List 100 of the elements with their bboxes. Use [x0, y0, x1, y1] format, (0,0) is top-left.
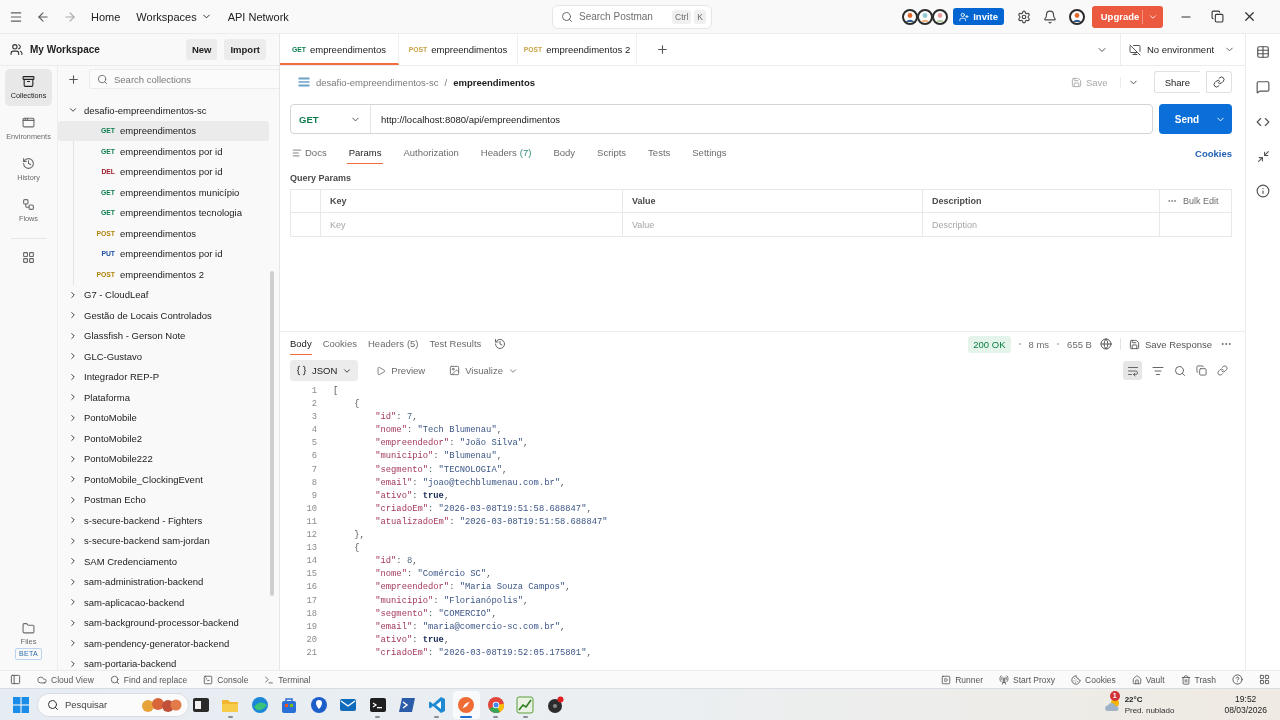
table-icon[interactable] [1256, 45, 1270, 59]
restore-icon[interactable] [1211, 10, 1224, 23]
breadcrumb-link[interactable]: desafio-empreendimentos-sc [316, 76, 439, 88]
search-input[interactable]: Pesquisar [65, 696, 136, 713]
request-section-tab[interactable]: Docs [290, 142, 329, 164]
format-button[interactable]: Visualize [443, 360, 524, 381]
bell-icon[interactable] [1043, 9, 1057, 24]
search-field[interactable]: Pesquisar [37, 692, 189, 717]
request-section-tab[interactable]: Authorization [401, 142, 461, 164]
collection-item[interactable]: G7 - CloudLeaf [58, 284, 279, 305]
help-icon[interactable] [1232, 674, 1243, 685]
response-tab[interactable]: Body [290, 333, 312, 355]
status-bar-item[interactable]: Console [203, 674, 249, 685]
search-input[interactable]: Search Postman [579, 7, 667, 26]
collection-item[interactable]: Integrador REP-P [58, 366, 279, 387]
code-line: "municipio": "Blumenau", [375, 450, 502, 464]
response-tab[interactable]: Test Results [429, 333, 482, 355]
menu-icon[interactable] [9, 9, 23, 24]
search-field[interactable]: Search Postman Ctrl K [552, 4, 712, 29]
search-field[interactable]: Search collections [89, 69, 279, 89]
status-bar-item[interactable]: Trash [1180, 674, 1216, 685]
bulk-edit-link[interactable]: Bulk Edit [1183, 196, 1219, 206]
plus-icon[interactable] [656, 43, 669, 56]
cookies-link[interactable]: Cookies [1195, 142, 1232, 164]
status-bar-item[interactable]: Cloud View [37, 674, 94, 685]
avatar-icon[interactable] [902, 8, 919, 25]
response-tab[interactable]: Cookies [322, 333, 357, 355]
code-line: "ativo": true, [375, 489, 450, 503]
grid-icon[interactable] [22, 251, 35, 264]
format-button[interactable]: Preview [370, 360, 432, 381]
copy-link-button[interactable] [1206, 71, 1232, 93]
invite-button[interactable]: Invite [953, 8, 1004, 25]
sidebar-toggle-icon[interactable] [10, 674, 21, 685]
environment-select[interactable]: No environment [1120, 34, 1245, 65]
format-button[interactable]: JSON [290, 360, 359, 381]
code-line: "municipio": "Florianópolis", [375, 594, 529, 608]
copy-icon[interactable] [1196, 365, 1207, 376]
collection-item[interactable]: PontoMobile222 [58, 448, 279, 469]
table-input[interactable]: Description [923, 213, 1159, 236]
request-section-tab[interactable]: Tests [646, 142, 673, 164]
nav-link[interactable]: API Network [220, 6, 296, 27]
collection-item[interactable]: s-secure-backend - Fighters [58, 510, 279, 531]
code-icon[interactable] [1256, 115, 1270, 129]
collection-item[interactable]: Gestão de Locais Controlados [58, 305, 279, 326]
nav-link[interactable]: Home [84, 6, 128, 27]
collection-item[interactable]: Plataforma [58, 387, 279, 408]
search-input[interactable]: Search collections [114, 71, 279, 87]
grid-icon[interactable] [1259, 674, 1270, 685]
collection-item[interactable]: s-secure-backend sam-jordan [58, 530, 279, 551]
collection-item[interactable]: PontoMobile_ClockingEvent [58, 469, 279, 490]
request-section-tab[interactable]: Settings [690, 142, 729, 164]
avatar-icon[interactable] [932, 8, 949, 25]
table-input[interactable]: Value [623, 213, 922, 236]
request-section-tab[interactable]: Scripts [595, 142, 629, 164]
scrollbar-thumb[interactable] [270, 271, 274, 596]
close-icon[interactable] [1242, 9, 1257, 24]
wrap-lines-button[interactable] [1123, 361, 1142, 380]
filter-icon[interactable] [1152, 364, 1164, 377]
collection-item[interactable]: sam-aplicacao-backend [58, 592, 279, 613]
collection-item[interactable]: desafio-empreendimentos-sc [58, 100, 279, 121]
share-button[interactable]: Share [1153, 71, 1200, 93]
plus-icon[interactable] [67, 72, 80, 86]
response-tab[interactable]: Headers (5) [368, 333, 419, 355]
status-bar-item[interactable]: Start Proxy [999, 674, 1056, 685]
nav-link[interactable]: Workspaces [129, 6, 219, 27]
arrows-icon[interactable] [1256, 150, 1270, 163]
send-button[interactable]: Send [1159, 104, 1232, 134]
history-icon[interactable] [494, 338, 507, 350]
avatar-icon[interactable] [1069, 8, 1085, 25]
comment-icon[interactable] [1256, 80, 1270, 94]
collection-item[interactable]: PontoMobile2 [58, 428, 279, 449]
collection-item[interactable]: Glassfish - Gerson Note [58, 325, 279, 346]
status-bar-item[interactable]: Terminal [264, 674, 311, 685]
collection-item[interactable]: sam-portaria-backend [58, 653, 279, 670]
collection-item[interactable]: GLC-Gustavo [58, 346, 279, 367]
save-response-button[interactable]: Save Response [1128, 338, 1212, 350]
search-icon[interactable] [1174, 364, 1186, 377]
status-bar-item[interactable]: Find and replace [109, 674, 188, 685]
collection-item[interactable]: SAM Credenciamento [58, 551, 279, 572]
windows-logo-icon[interactable] [13, 696, 29, 713]
table-input[interactable]: Key [321, 213, 622, 236]
workspace-button[interactable]: New [185, 39, 218, 60]
status-bar-item[interactable]: Vault [1131, 674, 1165, 685]
request-section-tab[interactable]: Body [551, 142, 578, 164]
link-icon[interactable] [1217, 365, 1228, 376]
code-line: "email": "maria@comercio-sc.com.br", [375, 620, 566, 634]
request-section-tab[interactable]: Params [346, 142, 384, 164]
status-bar-item[interactable]: Runner [941, 674, 984, 685]
avatar-icon[interactable] [917, 8, 934, 25]
request-section-tab[interactable]: Headers (7) [478, 142, 534, 164]
collection-item[interactable]: Postman Echo [58, 489, 279, 510]
info-icon[interactable] [1256, 184, 1270, 198]
collection-item[interactable]: sam-pendency-generator-backend [58, 633, 279, 654]
collection-item[interactable]: sam-background-processor-backend [58, 612, 279, 633]
globe-icon[interactable] [1099, 338, 1112, 350]
workspace-button[interactable]: Import [224, 39, 266, 60]
collection-item[interactable]: PontoMobile [58, 407, 279, 428]
settings-icon[interactable] [1017, 9, 1031, 24]
status-bar-item[interactable]: Cookies [1071, 674, 1116, 685]
collection-item[interactable]: sam-administration-backend [58, 571, 279, 592]
